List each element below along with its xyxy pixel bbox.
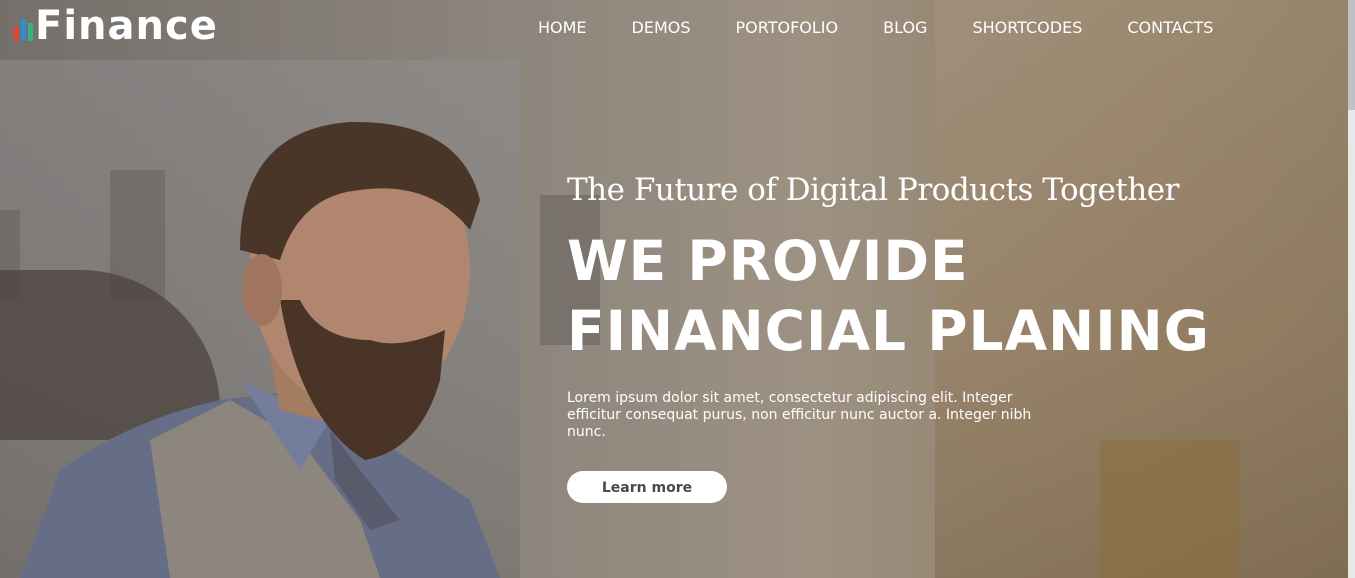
hero-title: WE PROVIDE FINANCIAL PLANING (567, 226, 1327, 366)
nav-blog[interactable]: BLOG (883, 18, 927, 37)
hero-title-line-1: WE PROVIDE (567, 229, 969, 293)
page-scrollbar[interactable] (1348, 0, 1355, 578)
nav-contacts[interactable]: CONTACTS (1127, 18, 1213, 37)
nav-demos[interactable]: DEMOS (632, 18, 691, 37)
page: Finance HOME DEMOS PORTOFOLIO BLOG SHORT… (0, 0, 1355, 578)
learn-more-button[interactable]: Learn more (567, 471, 727, 503)
hero-subtitle: The Future of Digital Products Together (567, 172, 1179, 208)
scrollbar-thumb[interactable] (1348, 0, 1355, 110)
main-nav: HOME DEMOS PORTOFOLIO BLOG SHORTCODES CO… (538, 18, 1258, 37)
hero-title-line-2: FINANCIAL PLANING (567, 299, 1210, 363)
hero-section: The Future of Digital Products Together … (567, 172, 1327, 503)
nav-home[interactable]: HOME (538, 18, 587, 37)
logo-bars-icon (14, 19, 33, 41)
brand-logo[interactable]: Finance (14, 4, 218, 48)
nav-portofolio[interactable]: PORTOFOLIO (736, 18, 839, 37)
logo-bar-blue (21, 19, 26, 41)
brand-name: Finance (35, 3, 218, 49)
logo-bar-red (14, 27, 19, 41)
logo-bar-green (28, 23, 33, 41)
hero-description: Lorem ipsum dolor sit amet, consectetur … (567, 390, 1032, 440)
nav-shortcodes[interactable]: SHORTCODES (972, 18, 1082, 37)
